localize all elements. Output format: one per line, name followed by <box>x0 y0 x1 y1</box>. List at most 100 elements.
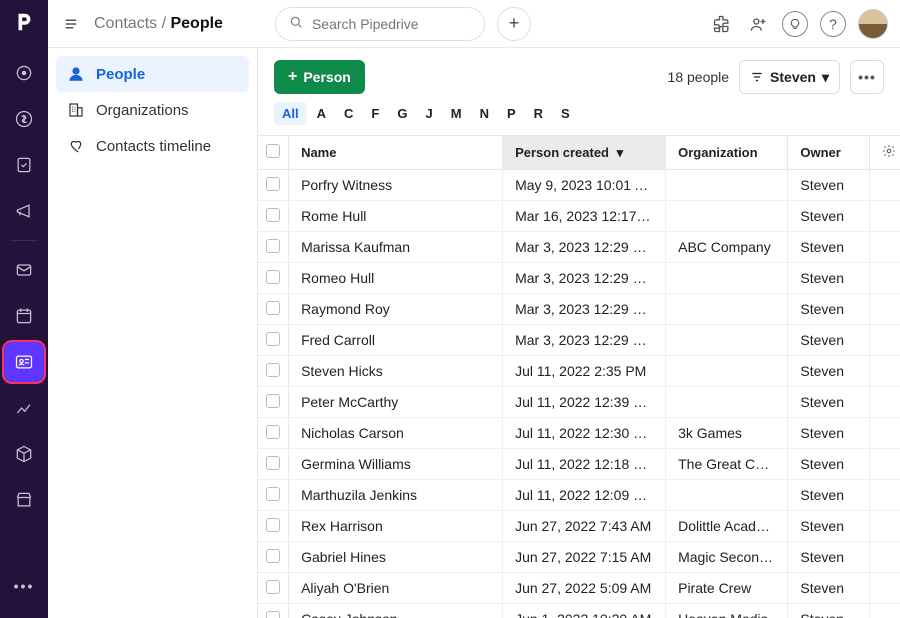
cell-name[interactable]: Steven Hicks <box>289 356 503 387</box>
rail-item-marketplace[interactable] <box>4 480 44 520</box>
table-row[interactable]: Rome HullMar 16, 2023 12:17 PMSteven <box>258 201 900 232</box>
table-row[interactable]: Marthuzila JenkinsJul 11, 2022 12:09 PMS… <box>258 480 900 511</box>
cell-organization[interactable]: 3k Games <box>666 418 788 449</box>
sidebar-item-people[interactable]: People <box>56 56 249 92</box>
cell-name[interactable]: Nicholas Carson <box>289 418 503 449</box>
table-row[interactable]: Romeo HullMar 3, 2023 12:29 PMSteven <box>258 263 900 294</box>
row-checkbox[interactable] <box>266 239 280 253</box>
toolbar-more-button[interactable]: ••• <box>850 60 884 94</box>
rail-item-contacts[interactable] <box>4 342 44 382</box>
cell-owner[interactable]: Steven <box>788 387 870 418</box>
row-checkbox[interactable] <box>266 456 280 470</box>
cell-organization[interactable] <box>666 356 788 387</box>
cell-owner[interactable]: Steven <box>788 263 870 294</box>
alpha-filter-n[interactable]: N <box>472 102 497 125</box>
rail-item-activities[interactable] <box>4 296 44 336</box>
alpha-filter-c[interactable]: C <box>336 102 361 125</box>
table-row[interactable]: Peter McCarthyJul 11, 2022 12:39 PMSteve… <box>258 387 900 418</box>
help-icon[interactable]: ? <box>820 11 846 37</box>
profile-avatar[interactable] <box>858 9 888 39</box>
row-checkbox[interactable] <box>266 177 280 191</box>
alpha-filter-f[interactable]: F <box>363 102 387 125</box>
quick-add-button[interactable]: + <box>497 7 531 41</box>
table-row[interactable]: Gabriel HinesJun 27, 2022 7:15 AMMagic S… <box>258 542 900 573</box>
alpha-filter-all[interactable]: All <box>274 102 307 125</box>
cell-organization[interactable] <box>666 201 788 232</box>
row-checkbox[interactable] <box>266 487 280 501</box>
col-organization[interactable]: Organization <box>666 136 788 170</box>
cell-name[interactable]: Gabriel Hines <box>289 542 503 573</box>
rail-item-campaigns[interactable] <box>4 191 44 231</box>
breadcrumb-parent[interactable]: Contacts <box>94 15 157 32</box>
cell-owner[interactable]: Steven <box>788 542 870 573</box>
alpha-filter-g[interactable]: G <box>389 102 415 125</box>
cell-organization[interactable]: Heaven Media <box>666 604 788 618</box>
sidebar-item-organizations[interactable]: Organizations <box>56 92 249 128</box>
table-row[interactable]: Nicholas CarsonJul 11, 2022 12:30 PM3k G… <box>258 418 900 449</box>
owner-filter-dropdown[interactable]: Steven ▾ <box>739 60 840 94</box>
cell-owner[interactable]: Steven <box>788 170 870 201</box>
cell-organization[interactable]: The Great Cater <box>666 449 788 480</box>
table-scroll[interactable]: NamePerson created ▾OrganizationOwner Po… <box>258 135 900 618</box>
alpha-filter-s[interactable]: S <box>553 102 578 125</box>
cell-owner[interactable]: Steven <box>788 449 870 480</box>
alpha-filter-a[interactable]: A <box>309 102 334 125</box>
alpha-filter-j[interactable]: J <box>417 102 440 125</box>
col-owner[interactable]: Owner <box>788 136 870 170</box>
cell-name[interactable]: Casey Johnson <box>289 604 503 618</box>
table-row[interactable]: Fred CarrollMar 3, 2023 12:29 PMSteven <box>258 325 900 356</box>
cell-organization[interactable]: Magic Seconda... <box>666 542 788 573</box>
cell-name[interactable]: Porfry Witness <box>289 170 503 201</box>
cell-owner[interactable]: Steven <box>788 511 870 542</box>
alpha-filter-r[interactable]: R <box>526 102 551 125</box>
rail-item-mail[interactable] <box>4 250 44 290</box>
row-checkbox[interactable] <box>266 425 280 439</box>
cell-organization[interactable]: ABC Company <box>666 232 788 263</box>
cell-organization[interactable] <box>666 263 788 294</box>
sales-assistant-icon[interactable] <box>782 11 808 37</box>
select-all-checkbox[interactable] <box>266 144 280 158</box>
col-name[interactable]: Name <box>289 136 503 170</box>
table-row[interactable]: Germina WilliamsJul 11, 2022 12:18 PMThe… <box>258 449 900 480</box>
cell-organization[interactable] <box>666 294 788 325</box>
table-row[interactable]: Marissa KaufmanMar 3, 2023 12:29 PMABC C… <box>258 232 900 263</box>
table-row[interactable]: Casey JohnsonJun 1, 2022 10:20 AMHeaven … <box>258 604 900 618</box>
pipedrive-logo[interactable] <box>8 6 40 38</box>
cell-owner[interactable]: Steven <box>788 325 870 356</box>
row-checkbox[interactable] <box>266 270 280 284</box>
row-checkbox[interactable] <box>266 518 280 532</box>
cell-organization[interactable] <box>666 325 788 356</box>
cell-owner[interactable]: Steven <box>788 480 870 511</box>
rail-item-insights[interactable] <box>4 388 44 428</box>
cell-organization[interactable]: Dolittle Academy <box>666 511 788 542</box>
column-settings-button[interactable] <box>869 136 900 170</box>
rail-item-deals[interactable] <box>4 99 44 139</box>
sidebar-item-contacts-timeline[interactable]: Contacts timeline <box>56 128 249 164</box>
search-box[interactable] <box>275 7 485 41</box>
cell-organization[interactable] <box>666 480 788 511</box>
cell-name[interactable]: Marissa Kaufman <box>289 232 503 263</box>
cell-name[interactable]: Fred Carroll <box>289 325 503 356</box>
row-checkbox[interactable] <box>266 208 280 222</box>
row-checkbox[interactable] <box>266 363 280 377</box>
table-row[interactable]: Aliyah O'BrienJun 27, 2022 5:09 AMPirate… <box>258 573 900 604</box>
alpha-filter-p[interactable]: P <box>499 102 524 125</box>
table-row[interactable]: Raymond RoyMar 3, 2023 12:29 PMSteven <box>258 294 900 325</box>
cell-name[interactable]: Raymond Roy <box>289 294 503 325</box>
cell-owner[interactable]: Steven <box>788 418 870 449</box>
table-row[interactable]: Rex HarrisonJun 27, 2022 7:43 AMDolittle… <box>258 511 900 542</box>
cell-owner[interactable]: Steven <box>788 356 870 387</box>
rail-item-products[interactable] <box>4 434 44 474</box>
table-row[interactable]: Porfry WitnessMay 9, 2023 10:01 AMSteven <box>258 170 900 201</box>
integrations-icon[interactable] <box>710 12 734 36</box>
cell-name[interactable]: Peter McCarthy <box>289 387 503 418</box>
rail-item-more[interactable]: ••• <box>4 566 44 606</box>
cell-name[interactable]: Romeo Hull <box>289 263 503 294</box>
cell-owner[interactable]: Steven <box>788 201 870 232</box>
col-person-created[interactable]: Person created ▾ <box>503 136 666 170</box>
cell-organization[interactable]: Pirate Crew <box>666 573 788 604</box>
cell-organization[interactable] <box>666 170 788 201</box>
row-checkbox[interactable] <box>266 611 280 618</box>
cell-name[interactable]: Rome Hull <box>289 201 503 232</box>
cell-owner[interactable]: Steven <box>788 573 870 604</box>
